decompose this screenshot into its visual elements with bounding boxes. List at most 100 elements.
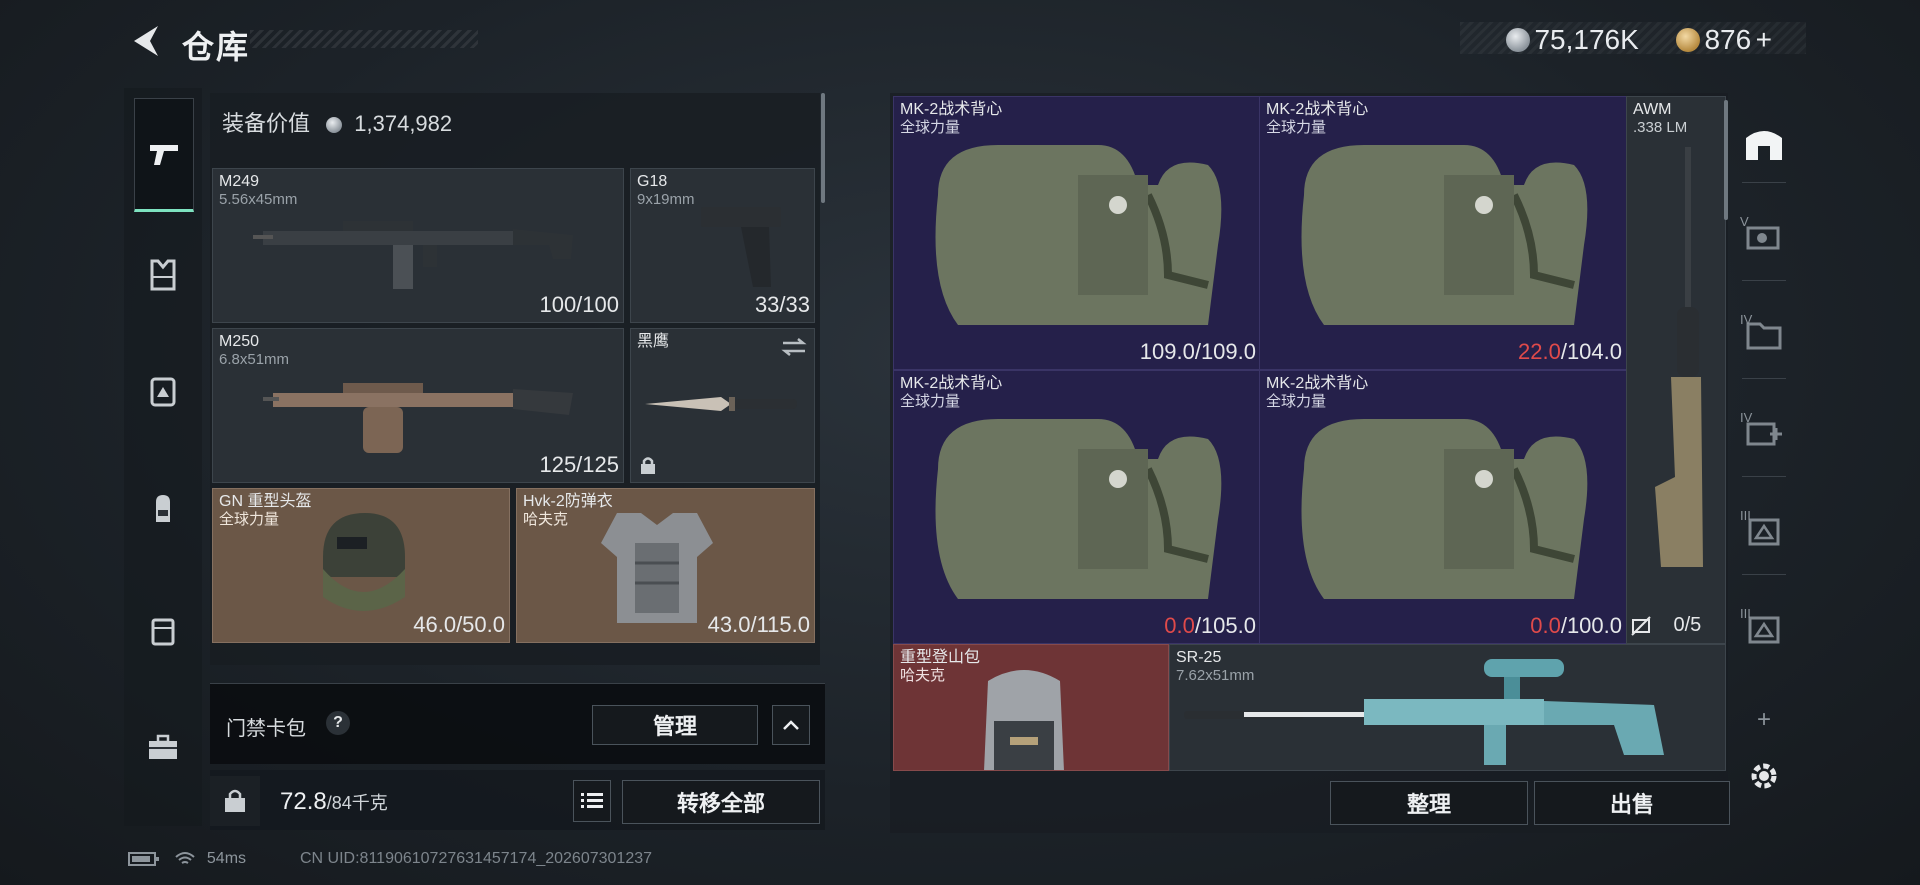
backpack-icon [156,495,170,522]
armor-plate-icon [150,377,176,407]
item-durability: 46.0/50.0 [413,612,505,637]
tactical-vest-image [935,419,1222,599]
item-brand: 哈夫克 [523,511,569,528]
nav-weapons[interactable] [134,98,194,212]
item-name: 黑鹰 [637,333,670,350]
item-brand: 哈夫克 [900,667,946,684]
sort-button[interactable]: 整理 [1330,781,1528,825]
keycard-case-label: 门禁卡包 [226,718,306,740]
lock-icon [641,457,655,474]
user-uid: CN UID:8119061072763145717​4_20260730123… [300,850,653,867]
item-durability: 0.0/105.0 [1164,613,1256,638]
storage-tab-tier4-a[interactable]: IV [1738,308,1790,360]
transfer-all-button[interactable]: 转移全部 [622,780,820,824]
storage-tab-tier5[interactable]: V [1738,210,1790,262]
storage-item-sr25[interactable]: SR-25 7.62x51mm [1169,644,1726,771]
add-currency-icon[interactable]: + [1756,24,1772,55]
settings-button[interactable] [1738,750,1790,802]
item-durability: 109.0/109.0 [1139,339,1256,364]
equipment-value: 装备价值 1,374,982 [222,106,452,138]
swap-icon[interactable] [781,337,807,357]
manage-button[interactable]: 管理 [592,705,758,745]
ping-value: 54ms [206,850,247,867]
item-name: MK-2战术背心 [1266,375,1369,392]
wifi-icon [175,852,196,864]
back-button[interactable] [128,22,162,60]
item-name: AWM [1633,101,1672,118]
add-storage-tab[interactable]: + [1738,694,1790,746]
silver-currency[interactable]: 75,176K [1506,24,1639,56]
storage-item-vest[interactable]: MK-2战术背心 全球力量 0.0/100.0 [1259,370,1627,644]
item-caliber: 9x19mm [637,191,695,208]
slot-melee[interactable]: 黑鹰 [630,328,815,483]
carry-weight: 72.8/84千克 [280,788,388,816]
equipment-value-amount: 1,374,982 [354,111,453,136]
vest-icon [150,259,176,291]
weight-max: /84千克 [326,793,388,813]
item-brand: 全球力量 [1266,119,1327,136]
collapse-button[interactable] [772,705,810,745]
slot-primary-weapon-2[interactable]: M250 6.8x51mm 125/125 [212,328,624,483]
storage-tab-main[interactable] [1738,118,1790,170]
help-icon[interactable]: ? [326,711,350,735]
case-icon [149,734,177,759]
storage-item-vest[interactable]: MK-2战术背心 全球力量 0.0/105.0 [893,370,1261,644]
nav-bag[interactable] [134,601,192,659]
storage-tab-tier4-b[interactable]: IV [1738,406,1790,458]
slot-helmet[interactable]: GN 重型头盔 全球力量 46.0/50.0 [212,488,510,643]
back-arrow-icon [134,26,158,56]
item-caliber: .338 LM [1633,119,1688,136]
machine-gun-image [253,221,573,289]
weight-current: 72.8 [280,788,327,815]
nav-case[interactable] [134,718,192,776]
slot-primary-weapon-1[interactable]: M249 5.56x45mm 100/100 [212,168,624,323]
nav-armor[interactable] [134,363,192,421]
item-durability: 100/100 [539,292,619,317]
item-name: M249 [219,173,260,190]
storage-item-vest[interactable]: MK-2战术背心 全球力量 109.0/109.0 [893,96,1261,370]
tactical-vest-image [1301,419,1588,599]
list-view-button[interactable] [573,780,611,822]
list-icon [581,793,603,808]
tactical-vest-image [935,145,1222,325]
item-name: GN 重型头盔 [219,493,312,510]
storage-tab-tier3-a[interactable]: III [1738,504,1790,556]
item-name: MK-2战术背心 [900,375,1003,392]
equipment-value-label: 装备价值 [222,111,311,136]
machine-gun-image [263,383,573,453]
item-brand: 全球力量 [1266,393,1327,410]
chevron-up-icon [783,720,799,730]
gear-icon [1751,763,1777,789]
storage-item-awm[interactable]: AWM .338 LM 0/5 [1626,96,1726,644]
nav-vest[interactable] [134,246,192,304]
loadout-scrollbar[interactable] [821,93,825,203]
silver-amount: 75,176K [1534,24,1639,55]
item-name: MK-2战术背心 [900,101,1003,118]
item-durability: 22.0/104.0 [1518,339,1622,364]
body-armor-image [601,513,713,623]
weight-lock-button[interactable] [210,776,260,826]
slot-secondary-weapon[interactable]: G18 9x19mm 33/33 [630,168,815,323]
item-durability: 125/125 [539,452,619,477]
title-decoration [250,30,478,48]
status-bar: 54ms [128,850,246,868]
storage-item-backpack[interactable]: 重型登山包 哈夫克 [893,644,1169,771]
gold-coin-icon [1676,28,1700,52]
no-ammo-icon [1631,615,1651,636]
storage-tab-tier3-b[interactable]: III [1738,602,1790,654]
item-name: 重型登山包 [900,649,981,666]
sell-button[interactable]: 出售 [1534,781,1730,825]
battery-icon [128,852,159,866]
item-durability: 33/33 [754,292,810,317]
nav-backpack[interactable] [134,480,192,538]
item-name: G18 [637,173,668,190]
slot-body-armor[interactable]: Hvk-2防弹衣 哈夫克 43.0/115.0 [516,488,815,643]
silver-coin-icon [326,117,343,134]
warehouse-icon [1746,131,1782,160]
silver-coin-icon [1506,28,1530,52]
item-brand: 全球力量 [219,511,280,528]
item-brand: 全球力量 [900,393,961,410]
storage-item-vest[interactable]: MK-2战术背心 全球力量 22.0/104.0 [1259,96,1627,370]
helmet-image [323,513,405,611]
gold-currency[interactable]: 876 + [1676,24,1772,56]
